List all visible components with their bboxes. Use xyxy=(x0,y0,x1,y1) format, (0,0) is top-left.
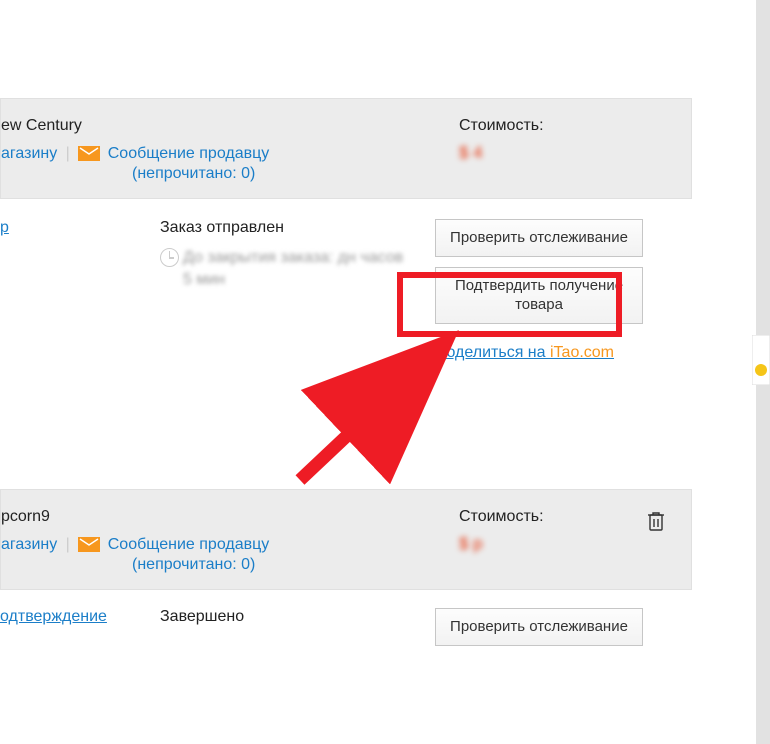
share-link[interactable]: Поделиться на iTao.com xyxy=(435,344,614,362)
cost-value: $ р xyxy=(459,534,691,554)
mail-icon xyxy=(78,146,100,161)
separator: | xyxy=(66,145,70,162)
message-seller-link[interactable]: Сообщение продавцу xyxy=(108,536,270,553)
trash-icon[interactable] xyxy=(646,510,666,537)
store-name: ew Century xyxy=(1,117,441,135)
message-seller-link[interactable]: Сообщение продавцу xyxy=(108,145,270,162)
unread-count: (непрочитано: 0) xyxy=(1,165,441,183)
order-body-2: одтверждение Завершено Проверить отслежи… xyxy=(0,590,692,656)
order-header-2: pcorn9 агазину | Сообщение продавцу (неп… xyxy=(0,489,692,590)
order-status: Заказ отправлен xyxy=(160,219,405,237)
timer-text: До закрытия заказа: дн часов 5 мин xyxy=(183,247,405,292)
cost-label: Стоимость: xyxy=(459,117,691,135)
cost-value: $ 4 xyxy=(459,143,691,163)
order-header-1: ew Century агазину | Сообщение продавцу … xyxy=(0,98,692,199)
clock-icon xyxy=(160,248,179,267)
detail-link[interactable]: одтверждение xyxy=(0,608,107,625)
store-links-row: агазину | Сообщение продавцу (непрочитан… xyxy=(1,145,441,183)
store-name: pcorn9 xyxy=(1,508,441,526)
order-body-1: р Заказ отправлен До закрытия заказа: дн… xyxy=(0,199,692,489)
separator: | xyxy=(66,536,70,553)
store-links-row: агазину | Сообщение продавцу (непрочитан… xyxy=(1,536,441,574)
detail-link[interactable]: р xyxy=(0,219,9,236)
check-tracking-button[interactable]: Проверить отслеживание xyxy=(435,608,643,646)
unread-count: (непрочитано: 0) xyxy=(1,556,441,574)
store-link[interactable]: агазину xyxy=(1,145,57,162)
order-status: Завершено xyxy=(160,608,405,626)
side-widget xyxy=(752,335,770,385)
mail-icon xyxy=(78,537,100,552)
store-link[interactable]: агазину xyxy=(1,536,57,553)
top-spacer xyxy=(0,0,692,98)
order-timer: До закрытия заказа: дн часов 5 мин xyxy=(160,247,405,292)
confirm-receipt-button[interactable]: Подтвердить получение товара xyxy=(435,267,643,324)
check-tracking-button[interactable]: Проверить отслеживание xyxy=(435,219,643,257)
